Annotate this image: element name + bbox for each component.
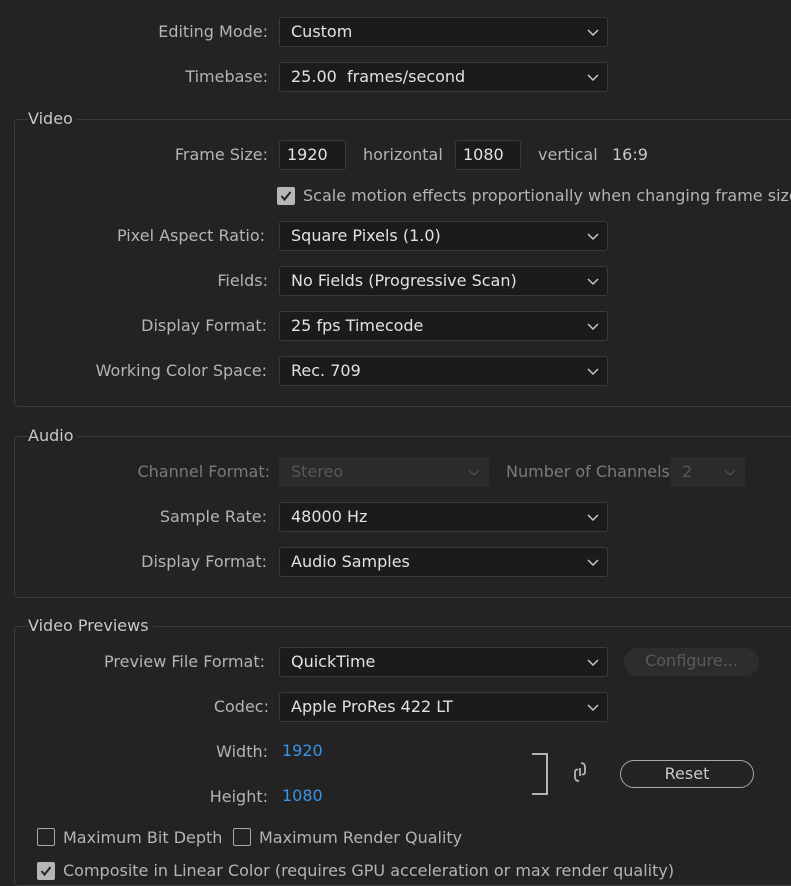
sample-rate-dropdown[interactable]: 48000 Hz xyxy=(279,502,608,532)
max-bit-depth-checkbox[interactable] xyxy=(37,828,55,846)
num-channels-label: Number of Channels: xyxy=(506,462,676,481)
chevron-down-icon xyxy=(587,323,599,331)
width-value[interactable]: 1920 xyxy=(282,741,323,761)
audio-group-title: Audio xyxy=(28,426,78,446)
timebase-value: 25.00 frames/second xyxy=(291,67,466,86)
max-render-quality-label: Maximum Render Quality xyxy=(259,828,463,847)
checkmark-icon xyxy=(280,191,292,202)
video-display-format-dropdown[interactable]: 25 fps Timecode xyxy=(279,311,608,341)
editing-mode-value: Custom xyxy=(291,22,353,41)
video-display-format-value: 25 fps Timecode xyxy=(291,316,424,335)
sample-rate-value: 48000 Hz xyxy=(291,507,368,526)
video-display-format-label: Display Format: xyxy=(141,316,267,335)
timebase-dropdown[interactable]: 25.00 frames/second xyxy=(279,62,608,92)
color-space-value: Rec. 709 xyxy=(291,361,361,380)
chevron-down-icon xyxy=(587,278,599,286)
num-channels-dropdown[interactable]: 2 xyxy=(670,457,745,487)
fields-value: No Fields (Progressive Scan) xyxy=(291,271,517,290)
chain-link-icon[interactable] xyxy=(572,760,588,784)
height-label: Height: xyxy=(209,787,268,806)
video-group-title: Video xyxy=(28,109,77,129)
pixel-aspect-dropdown[interactable]: Square Pixels (1.0) xyxy=(279,221,608,251)
chevron-down-icon xyxy=(587,659,599,667)
audio-display-format-dropdown[interactable]: Audio Samples xyxy=(279,547,608,577)
audio-display-format-label: Display Format: xyxy=(141,552,267,571)
color-space-label: Working Color Space: xyxy=(95,361,267,380)
chevron-down-icon xyxy=(587,559,599,567)
video-previews-group-title: Video Previews xyxy=(28,616,153,636)
codec-value: Apple ProRes 422 LT xyxy=(291,697,453,716)
frame-size-label: Frame Size: xyxy=(174,145,268,164)
timebase-label: Timebase: xyxy=(185,67,268,86)
chevron-down-icon xyxy=(587,704,599,712)
channel-format-label: Channel Format: xyxy=(137,462,270,481)
chevron-down-icon xyxy=(724,469,736,477)
codec-dropdown[interactable]: Apple ProRes 422 LT xyxy=(279,692,608,722)
sample-rate-label: Sample Rate: xyxy=(159,507,267,526)
chevron-down-icon xyxy=(468,469,480,477)
preview-file-format-value: QuickTime xyxy=(291,652,376,671)
height-value[interactable]: 1080 xyxy=(282,786,323,806)
audio-display-format-value: Audio Samples xyxy=(291,552,410,571)
editing-mode-label: Editing Mode: xyxy=(158,22,268,41)
frame-width-input[interactable]: 1920 xyxy=(279,140,346,170)
preview-file-format-dropdown[interactable]: QuickTime xyxy=(279,647,608,677)
chevron-down-icon xyxy=(587,233,599,241)
reset-button[interactable]: Reset xyxy=(620,760,754,788)
channel-format-dropdown[interactable]: Stereo xyxy=(279,457,489,487)
chevron-down-icon xyxy=(587,29,599,37)
scale-motion-checkbox[interactable] xyxy=(277,187,295,205)
codec-label: Codec: xyxy=(213,697,269,716)
color-space-dropdown[interactable]: Rec. 709 xyxy=(279,356,608,386)
horizontal-label: horizontal xyxy=(363,145,443,164)
chevron-down-icon xyxy=(587,368,599,376)
num-channels-value: 2 xyxy=(682,462,693,481)
width-label: Width: xyxy=(216,742,268,761)
frame-height-input[interactable]: 1080 xyxy=(455,140,521,170)
fields-dropdown[interactable]: No Fields (Progressive Scan) xyxy=(279,266,608,296)
aspect-ratio-text: 16:9 xyxy=(612,145,648,164)
pixel-aspect-value: Square Pixels (1.0) xyxy=(291,226,441,245)
configure-button[interactable]: Configure... xyxy=(624,648,759,676)
max-render-quality-checkbox[interactable] xyxy=(233,828,251,846)
composite-linear-label: Composite in Linear Color (requires GPU … xyxy=(63,861,675,880)
pixel-aspect-label: Pixel Aspect Ratio: xyxy=(117,226,265,245)
max-bit-depth-label: Maximum Bit Depth xyxy=(63,828,223,847)
composite-linear-checkbox[interactable] xyxy=(37,862,55,880)
fields-label: Fields: xyxy=(217,271,268,290)
chevron-down-icon xyxy=(587,514,599,522)
link-bracket-icon xyxy=(532,753,548,795)
editing-mode-dropdown[interactable]: Custom xyxy=(279,17,608,47)
chevron-down-icon xyxy=(587,74,599,82)
vertical-label: vertical xyxy=(538,145,598,164)
scale-motion-label: Scale motion effects proportionally when… xyxy=(303,186,791,205)
channel-format-value: Stereo xyxy=(291,462,344,481)
preview-file-format-label: Preview File Format: xyxy=(104,652,265,671)
